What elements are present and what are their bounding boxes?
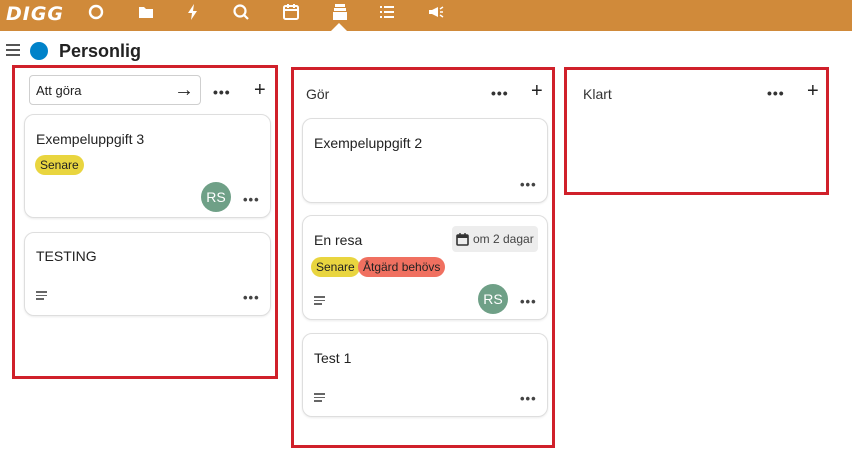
description-icon [314, 296, 325, 305]
board-title: Personlig [59, 41, 142, 61]
announcements-icon[interactable] [424, 2, 448, 22]
dashboard-icon[interactable] [84, 2, 108, 22]
search-icon[interactable] [229, 2, 253, 22]
add-card-button[interactable]: + [531, 81, 543, 101]
deck-icon[interactable] [328, 2, 352, 22]
description-icon [36, 291, 47, 300]
card-menu-button[interactable]: ••• [243, 291, 260, 304]
due-date-badge[interactable]: om 2 dagar [452, 226, 538, 252]
due-date-text: om 2 dagar [473, 232, 534, 246]
card-menu-button[interactable]: ••• [520, 295, 537, 308]
add-card-button[interactable]: + [254, 80, 266, 100]
card[interactable]: En resa om 2 dagar Senare Åtgärd behövs … [302, 215, 548, 320]
card-title: TESTING [36, 248, 97, 264]
card-title: Exempeluppgift 2 [314, 135, 423, 151]
avatar[interactable]: RS [201, 182, 231, 212]
card-title: Test 1 [314, 350, 352, 366]
card-title: En resa [314, 232, 363, 248]
card-menu-button[interactable]: ••• [520, 392, 537, 405]
label-tag[interactable]: Senare [35, 155, 84, 175]
calendar-icon[interactable] [279, 2, 303, 22]
stack-highlight-1 [12, 65, 278, 379]
app-logo[interactable]: DIGG [6, 3, 64, 25]
card[interactable]: Exempeluppgift 3 Senare RS ••• [24, 114, 271, 218]
card[interactable]: Exempeluppgift 2 ••• [302, 118, 548, 203]
label-tag[interactable]: Senare [311, 257, 360, 277]
stack-header-att-gora: Att göra → [29, 75, 201, 105]
submit-arrow-icon[interactable]: → [174, 79, 194, 102]
stack-title[interactable]: Klart [583, 86, 612, 102]
card-menu-button[interactable]: ••• [243, 193, 260, 206]
hamburger-menu-icon[interactable] [6, 44, 20, 56]
card[interactable]: Test 1 ••• [302, 333, 548, 417]
card[interactable]: TESTING ••• [24, 232, 271, 316]
card-menu-button[interactable]: ••• [520, 178, 537, 191]
active-app-indicator [331, 23, 347, 31]
label-tag[interactable]: Åtgärd behövs [358, 257, 446, 277]
stack-title-value: Att göra [36, 82, 82, 98]
card-title: Exempeluppgift 3 [36, 131, 145, 147]
stack-menu-button[interactable]: ••• [767, 86, 785, 100]
stack-menu-button[interactable]: ••• [491, 86, 509, 100]
description-icon [314, 393, 325, 402]
stack-title-input[interactable]: Att göra → [29, 75, 201, 105]
calendar-icon [456, 232, 469, 246]
board-color-dot [30, 42, 48, 60]
avatar[interactable]: RS [478, 284, 508, 314]
add-card-button[interactable]: + [807, 81, 819, 101]
stack-title[interactable]: Gör [306, 86, 329, 102]
tasks-icon[interactable] [375, 2, 399, 22]
activity-icon[interactable] [181, 2, 205, 22]
files-icon[interactable] [134, 2, 158, 22]
top-navigation-bar: DIGG [0, 0, 852, 31]
stack-menu-button[interactable]: ••• [213, 85, 231, 99]
